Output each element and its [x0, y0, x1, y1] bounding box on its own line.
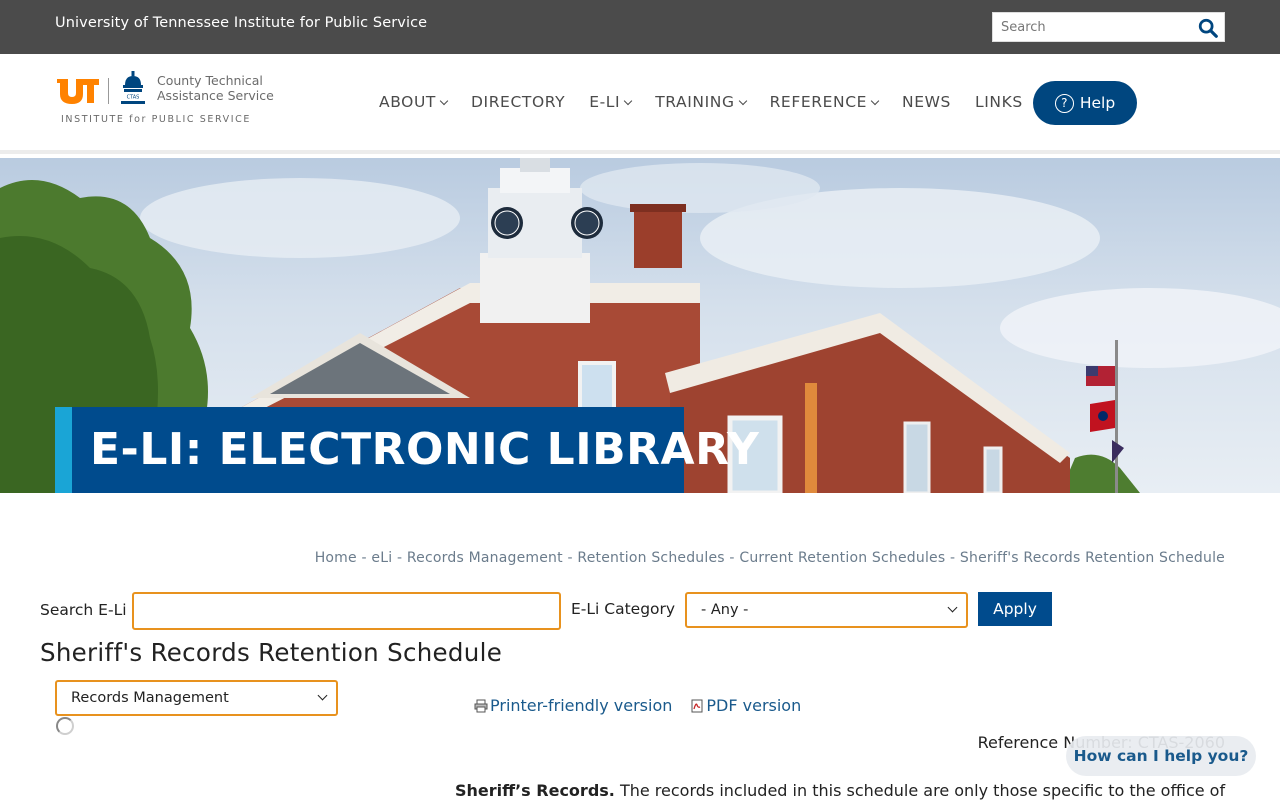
breadcrumb-records-management[interactable]: Records Management — [407, 550, 563, 566]
printer-friendly-link[interactable]: Printer-friendly version — [474, 696, 672, 715]
printer-friendly-label: Printer-friendly version — [490, 696, 673, 715]
top-utility-bar: University of Tennessee Institute for Pu… — [0, 0, 1280, 54]
section-select[interactable]: Records Management — [55, 680, 338, 716]
logo-divider — [108, 78, 109, 104]
breadcrumb-separator: - — [945, 550, 960, 566]
nav-item-eli[interactable]: E-LI — [589, 93, 633, 111]
institute-name[interactable]: University of Tennessee Institute for Pu… — [55, 15, 427, 31]
breadcrumb-separator: - — [356, 550, 372, 566]
pdf-icon — [691, 699, 703, 712]
chevron-down-icon — [317, 690, 328, 701]
help-label: Help — [1079, 94, 1116, 112]
printer-icon — [474, 699, 488, 712]
section-select-value: Records Management — [71, 690, 229, 706]
breadcrumb-retention-schedules[interactable]: Retention Schedules — [577, 550, 724, 566]
chevron-down-icon — [623, 96, 633, 105]
hero-title: E-LI: ELECTRONIC LIBRARY — [90, 424, 760, 475]
breadcrumb-home[interactable]: Home — [315, 550, 357, 566]
ut-logo-icon — [57, 79, 99, 104]
hero-title-box: E-LI: ELECTRONIC LIBRARY — [55, 407, 759, 493]
breadcrumb-separator: - — [392, 550, 407, 566]
breadcrumb-separator: - — [562, 550, 578, 566]
search-icon[interactable] — [1197, 17, 1219, 39]
chevron-down-icon — [947, 602, 958, 613]
body-paragraph: Sheriff’s Records. The records included … — [455, 781, 1225, 800]
chat-help-button[interactable]: How can I help you? — [1066, 736, 1256, 776]
site-search-input[interactable] — [993, 13, 1193, 41]
site-header: CTAS County Technical Assistance Service… — [0, 54, 1280, 154]
logo-text-line1: County Technical — [157, 73, 263, 88]
chevron-down-icon — [439, 96, 449, 105]
chevron-down-icon — [870, 96, 880, 105]
help-button[interactable]: ? Help — [1033, 81, 1137, 125]
chevron-down-icon — [738, 96, 747, 105]
logo-text-line2: Assistance Service — [157, 88, 274, 103]
pdf-version-label: PDF version — [706, 696, 802, 715]
apply-button[interactable]: Apply — [978, 592, 1052, 626]
nav-label: ABOUT — [379, 93, 436, 111]
nav-item-news[interactable]: NEWS — [902, 93, 951, 111]
nav-item-reference[interactable]: REFERENCE — [769, 93, 880, 111]
breadcrumb-separator: - — [724, 550, 740, 566]
loading-spinner-icon — [56, 717, 74, 735]
nav-label: TRAINING — [655, 93, 735, 111]
main-nav: ABOUT DIRECTORY E-LI TRAINING REFERENCE … — [379, 91, 1047, 113]
eli-category-value: - Any - — [701, 602, 749, 618]
hero-title-accent — [55, 407, 72, 493]
logo-institute-line: INSTITUTE for PUBLIC SERVICE — [61, 114, 252, 125]
eli-category-select[interactable]: - Any - — [685, 592, 968, 628]
page-title: Sheriff's Records Retention Schedule — [40, 638, 503, 667]
breadcrumb-eli[interactable]: eLi — [371, 550, 392, 566]
nav-label: DIRECTORY — [470, 93, 566, 111]
nav-label: REFERENCE — [769, 93, 868, 111]
breadcrumb-current-retention-schedules[interactable]: Current Retention Schedules — [739, 550, 945, 566]
pdf-version-link[interactable]: PDF version — [690, 696, 801, 715]
breadcrumb-current-page: Sheriff's Records Retention Schedule — [959, 550, 1225, 566]
nav-item-directory[interactable]: DIRECTORY — [471, 93, 565, 111]
nav-item-links[interactable]: LINKS — [975, 93, 1023, 111]
search-eli-label: Search E-Li — [40, 601, 127, 619]
question-circle-icon: ? — [1054, 93, 1074, 113]
body-lead: Sheriff’s Records. — [455, 781, 615, 800]
ctas-logo[interactable]: CTAS County Technical Assistance Service… — [56, 68, 281, 130]
nav-label: E-LI — [589, 93, 621, 111]
nav-label: NEWS — [902, 93, 951, 111]
svg-text:CTAS: CTAS — [127, 95, 140, 101]
nav-item-about[interactable]: ABOUT — [379, 93, 449, 111]
nav-item-training[interactable]: TRAINING — [655, 93, 747, 111]
site-search — [992, 12, 1225, 42]
nav-label: LINKS — [974, 93, 1023, 111]
eli-search-form: Search E-Li E-Li Category - Any - Apply — [40, 592, 1240, 630]
document-links: Printer-friendly version PDF version — [474, 696, 801, 715]
breadcrumb: Home - eLi - Records Management - Retent… — [315, 550, 1225, 566]
search-eli-input[interactable] — [132, 592, 561, 630]
eli-category-label: E-Li Category — [571, 600, 676, 618]
capitol-dome-icon: CTAS — [121, 71, 145, 104]
body-text: The records included in this schedule ar… — [614, 781, 1226, 800]
